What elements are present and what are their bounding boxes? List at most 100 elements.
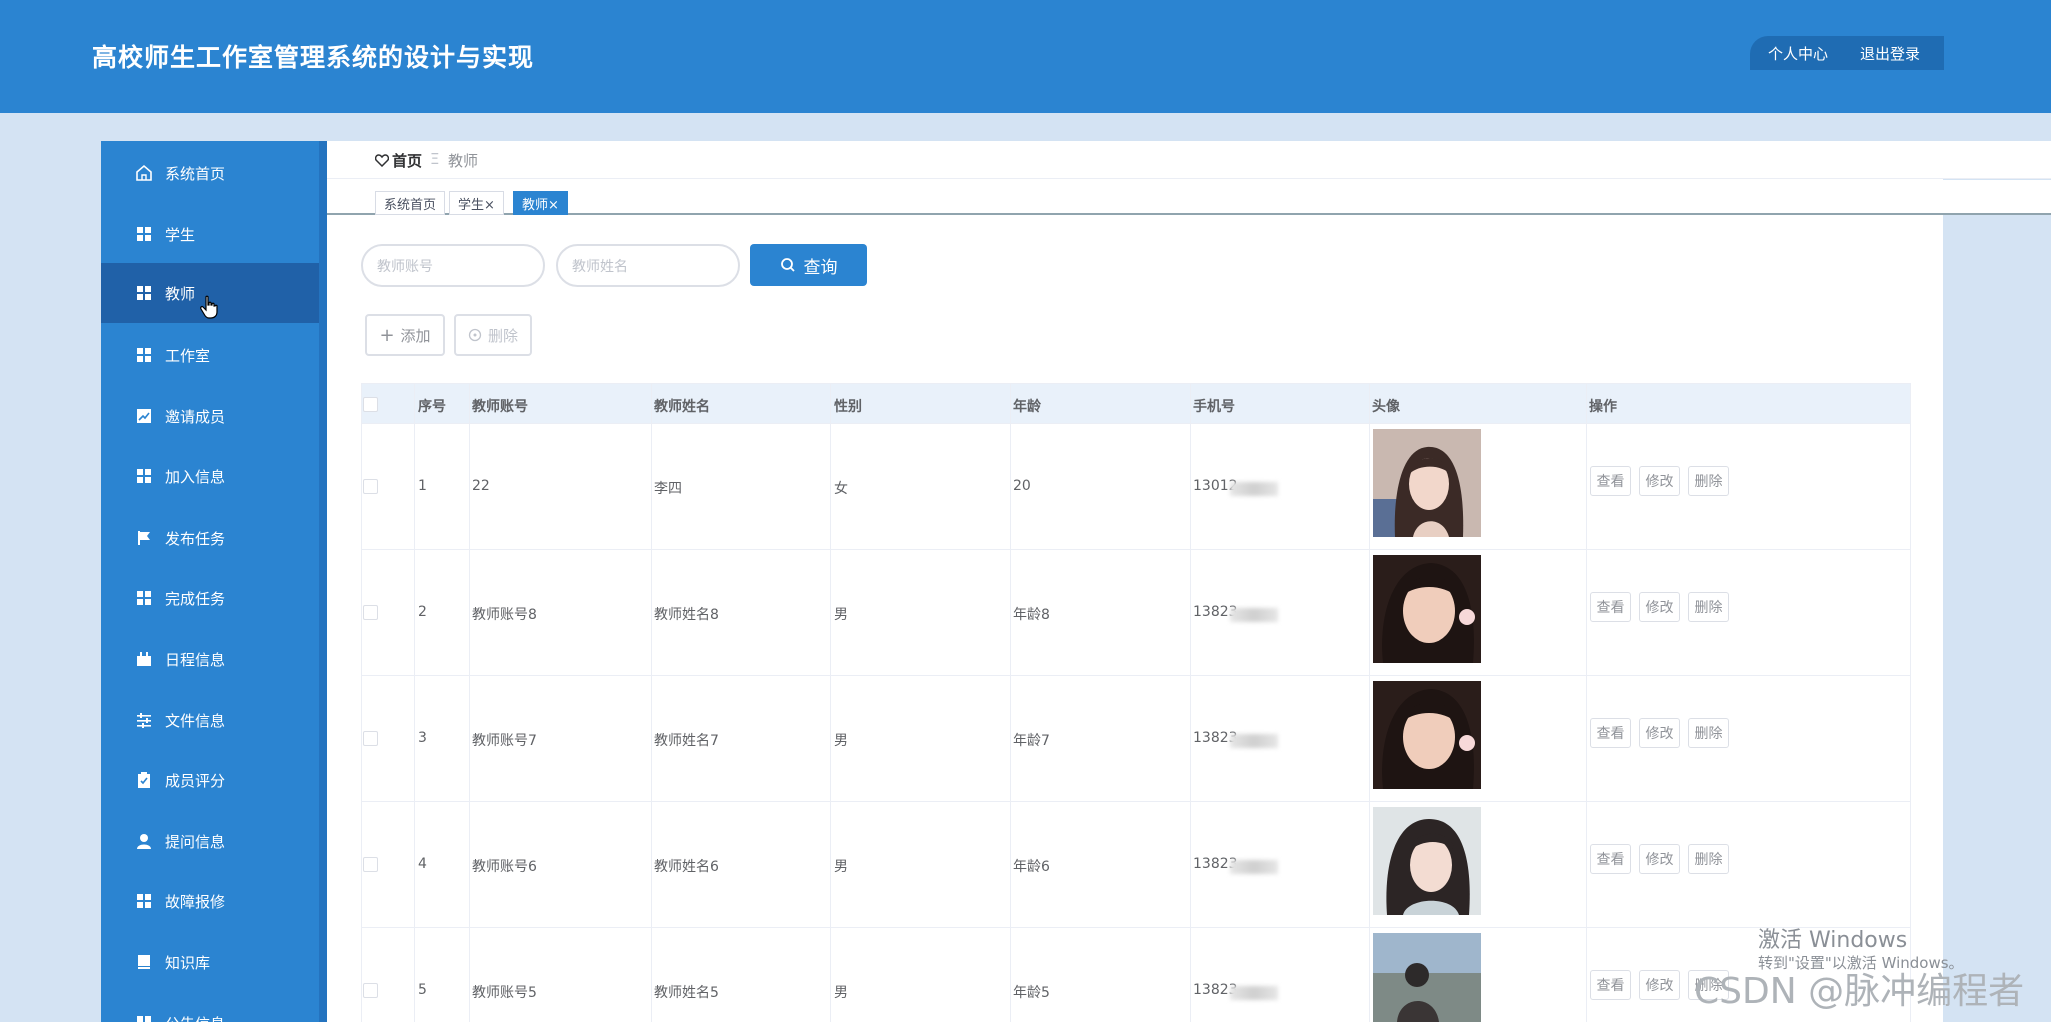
edit-button[interactable]: 修改 xyxy=(1639,592,1680,622)
edit-button[interactable]: 修改 xyxy=(1639,718,1680,748)
row-checkbox[interactable] xyxy=(363,605,378,620)
cell-name: 教师姓名5 xyxy=(654,985,719,1001)
home-icon xyxy=(135,164,153,182)
cell-gender: 男 xyxy=(834,859,848,875)
sidebar-item-studio[interactable]: 工作室 xyxy=(101,325,319,385)
sliders-icon xyxy=(135,711,153,729)
cell-account: 教师账号8 xyxy=(472,607,537,623)
csdn-watermark: CSDN @脉冲编程者 xyxy=(1694,971,2025,1012)
cell-age: 年龄8 xyxy=(1013,607,1050,623)
sidebar-item-join-info[interactable]: 加入信息 xyxy=(101,446,319,506)
sidebar-item-label: 文件信息 xyxy=(165,711,226,730)
column-header-name: 教师姓名 xyxy=(654,399,710,415)
search-icon xyxy=(780,258,795,272)
column-header-account: 教师账号 xyxy=(472,399,528,415)
view-button[interactable]: 查看 xyxy=(1590,592,1631,622)
sidebar-item-complete-task[interactable]: 完成任务 xyxy=(101,568,319,628)
select-all-checkbox[interactable] xyxy=(363,397,378,412)
sidebar-item-label: 教师 xyxy=(165,284,196,303)
grid-icon xyxy=(135,284,153,302)
user-icon xyxy=(135,832,153,850)
avatar xyxy=(1373,933,1481,1022)
view-button[interactable]: 查看 xyxy=(1590,466,1631,496)
row-checkbox[interactable] xyxy=(363,731,378,746)
calendar-icon xyxy=(135,650,153,668)
sidebar-item-announcements[interactable]: 公告信息 xyxy=(101,993,319,1022)
cell-name: 教师姓名7 xyxy=(654,733,719,749)
avatar xyxy=(1373,555,1481,663)
breadcrumb-home-label: 首页 xyxy=(392,152,423,170)
teacher-name-search-input[interactable]: 教师姓名 xyxy=(556,244,740,287)
teacher-account-search-input[interactable]: 教师账号 xyxy=(361,244,545,287)
query-button[interactable]: 查询 xyxy=(750,244,867,286)
sidebar-item-label: 系统首页 xyxy=(165,164,226,183)
column-header-index: 序号 xyxy=(418,399,446,415)
cell-index: 4 xyxy=(418,856,427,872)
view-button[interactable]: 查看 xyxy=(1590,718,1631,748)
avatar xyxy=(1373,807,1481,915)
sidebar-item-label: 日程信息 xyxy=(165,650,226,669)
sidebar-item-member-rating[interactable]: 成员评分 xyxy=(101,750,319,810)
row-checkbox[interactable] xyxy=(363,479,378,494)
edit-button[interactable]: 修改 xyxy=(1639,970,1680,1000)
sidebar-item-home[interactable]: 系统首页 xyxy=(101,143,319,203)
sidebar-item-knowledge[interactable]: 知识库 xyxy=(101,932,319,992)
logout-link[interactable]: 退出登录 xyxy=(1860,43,1920,64)
sidebar-item-repair[interactable]: 故障报修 xyxy=(101,871,319,931)
tag-teachers[interactable]: 教师× xyxy=(513,191,568,215)
cell-age: 年龄6 xyxy=(1013,859,1050,875)
delete-button[interactable]: 删除 xyxy=(1688,844,1729,874)
phone-redaction xyxy=(1230,986,1278,1000)
cell-account: 教师账号6 xyxy=(472,859,537,875)
row-checkbox[interactable] xyxy=(363,857,378,872)
header-actions: 个人中心 退出登录 xyxy=(1750,36,1944,70)
cell-index: 5 xyxy=(418,982,427,998)
circle-close-icon xyxy=(468,328,482,342)
avatar xyxy=(1373,681,1481,789)
add-button-label: 添加 xyxy=(400,326,431,345)
right-margin xyxy=(1943,141,2051,1022)
sidebar-item-questions[interactable]: 提问信息 xyxy=(101,811,319,871)
sidebar-item-label: 邀请成员 xyxy=(165,407,226,426)
windows-activation-title: 激活 Windows xyxy=(1758,928,1908,953)
sidebar-scrollbar[interactable] xyxy=(319,141,327,1022)
breadcrumb-separator: Ξ xyxy=(430,150,440,168)
column-header-avatar: 头像 xyxy=(1372,399,1400,415)
sidebar-item-label: 公告信息 xyxy=(165,1013,225,1022)
sidebar-item-invite-members[interactable]: 邀请成员 xyxy=(101,386,319,446)
cell-index: 2 xyxy=(418,604,427,620)
tag-home[interactable]: 系统首页 xyxy=(375,191,446,215)
delete-button[interactable]: 删除 xyxy=(1688,592,1729,622)
sidebar-item-publish-task[interactable]: 发布任务 xyxy=(101,508,319,568)
breadcrumb-home[interactable]: 首页 xyxy=(375,150,422,171)
tag-students[interactable]: 学生× xyxy=(449,191,504,215)
delete-button[interactable]: 删除 xyxy=(1688,718,1729,748)
delete-button[interactable]: 删除 xyxy=(1688,466,1729,496)
cell-gender: 男 xyxy=(834,733,848,749)
batch-delete-button[interactable]: 删除 xyxy=(454,314,532,356)
column-header-age: 年龄 xyxy=(1013,399,1041,415)
book-icon xyxy=(135,953,153,971)
cell-age: 年龄7 xyxy=(1013,733,1050,749)
add-button[interactable]: + 添加 xyxy=(365,314,445,356)
cell-name: 教师姓名6 xyxy=(654,859,719,875)
cell-account: 教师账号5 xyxy=(472,985,537,1001)
view-button[interactable]: 查看 xyxy=(1590,844,1631,874)
delete-button-label: 删除 xyxy=(487,326,518,345)
flag-icon xyxy=(135,529,153,547)
column-header-gender: 性别 xyxy=(834,399,862,415)
breadcrumb xyxy=(327,141,2051,179)
row-checkbox[interactable] xyxy=(363,983,378,998)
sidebar-item-students[interactable]: 学生 xyxy=(101,204,319,264)
edit-button[interactable]: 修改 xyxy=(1639,844,1680,874)
sidebar-item-schedule[interactable]: 日程信息 xyxy=(101,629,319,689)
view-button[interactable]: 查看 xyxy=(1590,970,1631,1000)
grid-icon xyxy=(135,467,153,485)
edit-button[interactable]: 修改 xyxy=(1639,466,1680,496)
app-title: 高校师生工作室管理系统的设计与实现 xyxy=(92,43,535,72)
clipboard-icon xyxy=(135,771,153,789)
sidebar-item-label: 工作室 xyxy=(165,346,211,365)
profile-link[interactable]: 个人中心 xyxy=(1768,43,1828,64)
column-header-actions: 操作 xyxy=(1589,399,1617,415)
sidebar-item-files[interactable]: 文件信息 xyxy=(101,690,319,750)
